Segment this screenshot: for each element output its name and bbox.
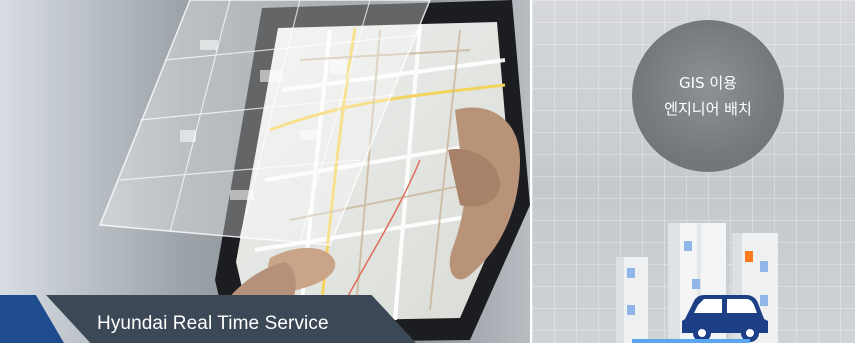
- gis-bubble: GIS 이용 엔지니어 배치: [632, 20, 784, 172]
- video-frame: Hyundai Real Time Service GIS 이용 엔지니어 배치: [0, 0, 855, 343]
- gis-bubble-line1: GIS 이용: [679, 74, 737, 92]
- infographic-panel: GIS 이용 엔지니어 배치: [532, 0, 855, 343]
- gis-bubble-line2: 엔지니어 배치: [664, 100, 752, 118]
- caption-bar: Hyundai Real Time Service: [0, 295, 420, 343]
- tablet-map-icon: [0, 0, 532, 343]
- caption-text: Hyundai Real Time Service: [97, 313, 329, 334]
- tablet-scene: Hyundai Real Time Service: [0, 0, 532, 343]
- building-icon: [616, 223, 778, 343]
